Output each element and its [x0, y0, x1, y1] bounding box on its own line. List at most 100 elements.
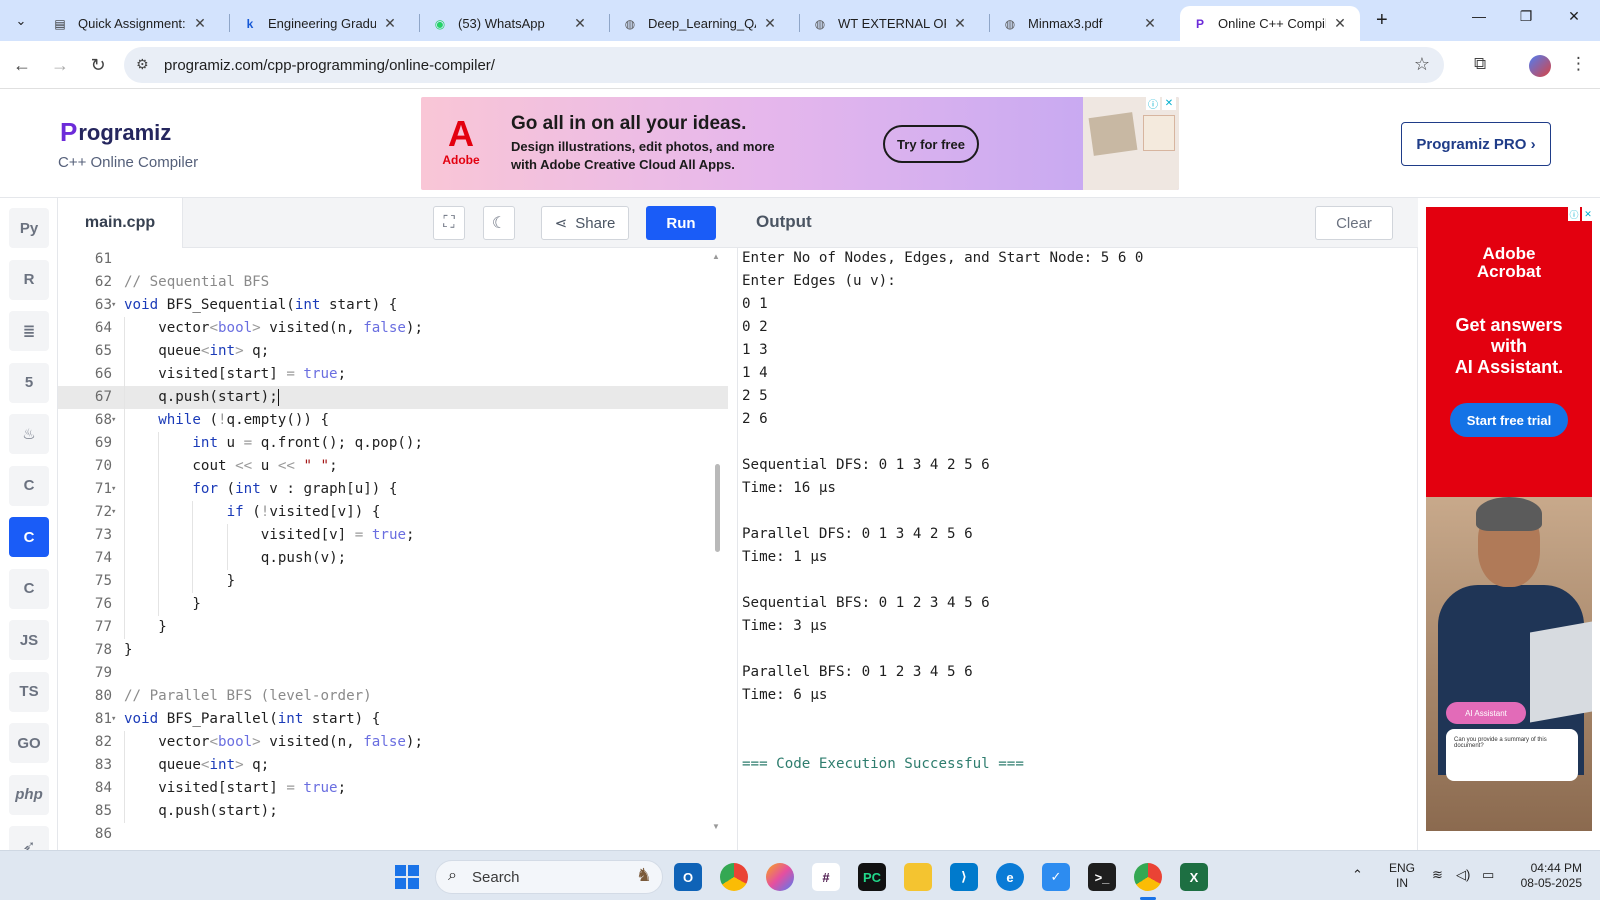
fold-chevron-icon[interactable]: ▾: [111, 478, 116, 501]
fold-chevron-icon[interactable]: ▾: [111, 708, 116, 731]
fold-chevron-icon[interactable]: ▾: [111, 294, 116, 317]
browser-tab[interactable]: ◍ Deep_Learning_QA (✕: [610, 6, 790, 41]
r-icon[interactable]: R: [9, 259, 49, 300]
rail-item-ts[interactable]: TS: [9, 671, 49, 712]
code-line[interactable]: 65 queue<int> q;: [58, 340, 728, 363]
scrollbar-thumb[interactable]: [715, 464, 720, 552]
code-line[interactable]: 67 q.push(start);: [58, 386, 728, 409]
todo-icon[interactable]: ✓: [1042, 863, 1070, 891]
battery-icon[interactable]: ▭: [1482, 867, 1494, 883]
ad-close-icon[interactable]: ✕: [1162, 96, 1176, 110]
code-line[interactable]: 71 ▾ for (int v : graph[u]) {: [58, 478, 728, 501]
editor-scrollbar[interactable]: ▲ ▼: [712, 252, 722, 832]
ad-try-for-free-button[interactable]: Try for free: [883, 125, 979, 163]
browser-tab[interactable]: ◍ WT EXTERNAL ORAL ✕: [800, 6, 980, 41]
code-line[interactable]: 68 ▾ while (!q.empty()) {: [58, 409, 728, 432]
code-text-area[interactable]: 61 62// Sequential BFS 63 ▾ void BFS_Sequent…: [58, 248, 728, 850]
fold-chevron-icon[interactable]: ▾: [111, 409, 116, 432]
tab-close-icon[interactable]: ✕: [382, 15, 398, 32]
scroll-down-icon[interactable]: ▼: [712, 822, 720, 831]
back-button[interactable]: ←: [8, 51, 36, 79]
tab-close-icon[interactable]: ✕: [1142, 15, 1158, 32]
code-line[interactable]: 63 ▾ void BFS_Sequential(int start) {: [58, 294, 728, 317]
pycharm-icon[interactable]: PC: [858, 863, 886, 891]
code-line[interactable]: 86: [58, 823, 728, 846]
rail-item-go[interactable]: GO: [9, 723, 49, 763]
code-line[interactable]: 62 // Sequential BFS: [58, 271, 728, 294]
tray-overflow-chevron-icon[interactable]: ⌃: [1352, 867, 1363, 883]
volume-icon[interactable]: ◁): [1456, 867, 1470, 883]
taskbar-search-box[interactable]: ⌕ Search ♞: [435, 860, 663, 894]
run-button[interactable]: Run: [646, 206, 716, 240]
sql-icon[interactable]: ≣: [9, 311, 49, 351]
address-bar[interactable]: ⚙ programiz.com/cpp-programming/online-c…: [124, 47, 1444, 83]
java-icon[interactable]: ♨: [9, 414, 49, 454]
c-icon[interactable]: C: [9, 465, 49, 506]
chrome-icon[interactable]: [720, 863, 748, 891]
new-tab-button[interactable]: +: [1376, 9, 1388, 32]
tab-close-icon[interactable]: ✕: [192, 15, 208, 32]
windows-start-icon[interactable]: [395, 865, 419, 889]
tab-close-icon[interactable]: ✕: [1332, 15, 1348, 32]
ad-info-icon[interactable]: ⓘ: [1568, 207, 1580, 221]
chrome-active-icon[interactable]: [1134, 863, 1162, 900]
code-line[interactable]: 78}: [58, 639, 728, 662]
restore-button[interactable]: ❐: [1511, 8, 1541, 25]
start-free-trial-button[interactable]: Start free trial: [1450, 403, 1568, 437]
tab-close-icon[interactable]: ✕: [762, 15, 778, 32]
output-console[interactable]: Enter No of Nodes, Edges, and Start Node…: [742, 247, 1402, 776]
browser-tab[interactable]: ◉ (53) WhatsApp ✕: [420, 6, 600, 41]
adobe-banner-ad[interactable]: A Adobe Go all in on all your ideas. Des…: [421, 97, 1179, 190]
bookmark-star-icon[interactable]: ☆: [1414, 54, 1430, 75]
dark-mode-moon-icon[interactable]: ☾: [483, 206, 515, 240]
code-line[interactable]: 66 visited[start] = true;: [58, 363, 728, 386]
edge-icon[interactable]: e: [996, 863, 1024, 891]
site-info-icon[interactable]: ⚙: [136, 56, 149, 73]
profile-avatar[interactable]: [1529, 55, 1551, 77]
code-line[interactable]: 85 q.push(start);: [58, 800, 728, 823]
file-tab-main-cpp[interactable]: main.cpp: [58, 198, 183, 248]
excel-icon[interactable]: X: [1180, 863, 1208, 891]
code-line[interactable]: 77}: [58, 616, 728, 639]
html-icon[interactable]: 5: [9, 362, 49, 403]
code-line[interactable]: 74 q.push(v);: [58, 547, 728, 570]
browser-tab[interactable]: P Online C++ Compile ✕: [1180, 6, 1360, 41]
close-window-button[interactable]: ✕: [1559, 8, 1589, 25]
reload-button[interactable]: ↻: [84, 51, 112, 79]
code-line[interactable]: 80 // Parallel BFS (level-order): [58, 685, 728, 708]
cpp-icon[interactable]: C: [9, 517, 49, 557]
programiz-pro-button[interactable]: Programiz PRO ›: [1401, 122, 1551, 166]
terminal-icon[interactable]: >_: [1088, 863, 1116, 891]
code-line[interactable]: 82 vector<bool> visited(n, false);: [58, 731, 728, 754]
python-icon[interactable]: Py: [9, 208, 49, 248]
outlook-icon[interactable]: O: [674, 863, 702, 891]
forward-button[interactable]: →: [46, 51, 74, 79]
code-line[interactable]: 73 visited[v] = true;: [58, 524, 728, 547]
tab-search-button[interactable]: ⌄: [8, 8, 34, 34]
ad-info-icon[interactable]: ⓘ: [1146, 96, 1160, 111]
taskbar-clock[interactable]: 04:44 PM 08-05-2025: [1510, 861, 1582, 891]
share-button[interactable]: ⋖ Share: [541, 206, 629, 240]
copilot-icon[interactable]: [766, 863, 794, 891]
vscode-icon[interactable]: ⟩: [950, 863, 978, 891]
rail-item-js[interactable]: JS: [9, 620, 49, 660]
code-line[interactable]: 81 ▾ void BFS_Parallel(int start) {: [58, 708, 728, 731]
code-line[interactable]: 83 queue<int> q;: [58, 754, 728, 777]
browser-tab[interactable]: ▤ Quick Assignment: S ✕: [40, 6, 220, 41]
fold-chevron-icon[interactable]: ▾: [111, 501, 116, 524]
file-explorer-icon[interactable]: [904, 863, 932, 891]
code-line[interactable]: 76}: [58, 593, 728, 616]
code-line[interactable]: 72 ▾ if (!visited[v]) {: [58, 501, 728, 524]
code-line[interactable]: 75}: [58, 570, 728, 593]
rail-item-php[interactable]: php: [9, 774, 49, 815]
code-line[interactable]: 69 int u = q.front(); q.pop();: [58, 432, 728, 455]
csharp-icon[interactable]: C: [9, 568, 49, 609]
code-line[interactable]: 61: [58, 248, 728, 271]
ad-close-icon[interactable]: ✕: [1582, 207, 1592, 221]
minimize-button[interactable]: —: [1464, 8, 1494, 24]
wifi-icon[interactable]: ≋: [1432, 867, 1443, 883]
fullscreen-icon[interactable]: ⛶: [433, 206, 465, 240]
code-line[interactable]: 84 visited[start] = true;: [58, 777, 728, 800]
browser-tab[interactable]: ◍ Minmax3.pdf ✕: [990, 6, 1170, 41]
tab-close-icon[interactable]: ✕: [572, 15, 588, 32]
